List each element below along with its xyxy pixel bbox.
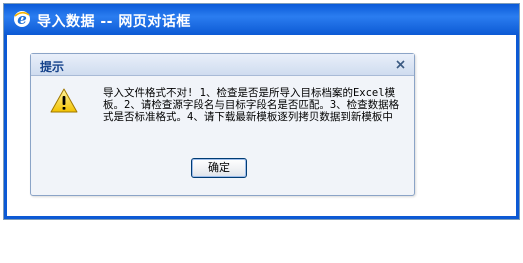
internet-explorer-icon: e xyxy=(14,10,30,28)
alert-dialog: 提示 导入文件格式不对! 1、检查是否是所导入目标档案的Excel模板。2、请检… xyxy=(30,53,415,196)
close-icon[interactable] xyxy=(394,58,407,71)
alert-titlebar[interactable]: 提示 xyxy=(31,54,414,76)
alert-message: 导入文件格式不对! 1、检查是否是所导入目标档案的Excel模板。2、请检查源字… xyxy=(103,87,400,123)
ok-button[interactable]: 确定 xyxy=(191,158,247,178)
alert-title: 提示 xyxy=(40,60,65,74)
window-titlebar[interactable]: e 导入数据 -- 网页对话框 xyxy=(4,4,519,35)
window-title: 导入数据 -- 网页对话框 xyxy=(37,14,191,30)
warning-icon xyxy=(50,88,78,113)
